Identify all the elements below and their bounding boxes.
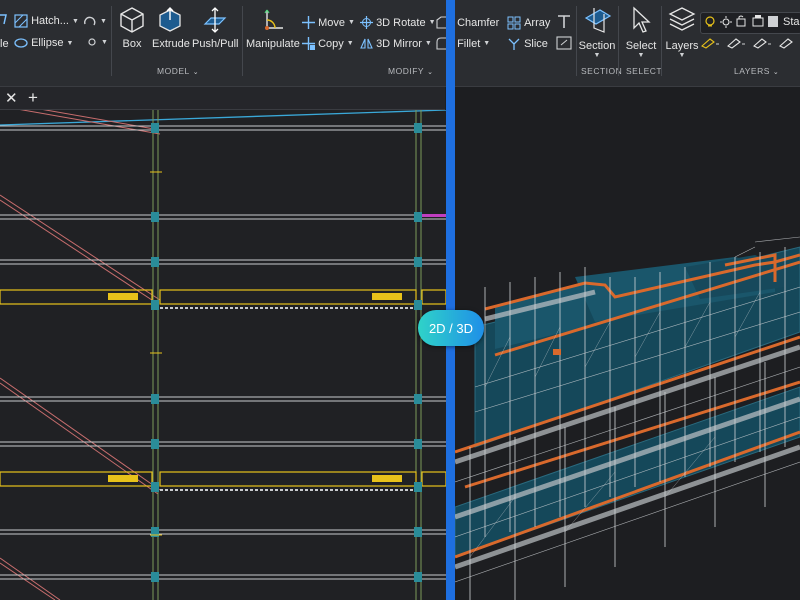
modify-section-label[interactable]: MODIFY ⌄	[388, 66, 433, 76]
slice-button[interactable]: Slice	[507, 37, 548, 51]
text-icon	[558, 15, 570, 28]
rotate-icon	[360, 16, 373, 29]
array-icon	[507, 16, 521, 30]
chevron-down-icon: ▼	[346, 40, 354, 47]
layer-property-tools[interactable]	[700, 36, 800, 53]
chevron-down-icon: ▼	[100, 17, 107, 25]
move-icon	[302, 16, 315, 29]
copy-button[interactable]: Copy ▼	[302, 37, 354, 50]
circle-icon	[88, 38, 96, 46]
mirror-icon	[360, 38, 373, 49]
chevron-down-icon: ▼	[637, 52, 645, 59]
box-icon	[120, 7, 144, 33]
3d-mirror-button[interactable]: 3D Mirror ▼	[360, 37, 432, 50]
separator	[111, 6, 112, 76]
separator	[576, 6, 577, 76]
chevron-down-icon: ⌄	[192, 68, 200, 76]
ribbon-toolbar: le Hatch... ▼ Ellipse ▼ ▼ ▼ Box Extrude Pu…	[0, 0, 800, 87]
viewport-3d[interactable]	[455, 87, 800, 600]
extrude-button[interactable]: Extrude	[152, 6, 190, 50]
draw-partial-icon[interactable]	[0, 12, 10, 31]
select-button[interactable]: Select ▼	[622, 4, 660, 59]
2d-3d-toggle-button[interactable]: 2D / 3D	[418, 310, 484, 346]
3d-scaffold-model	[455, 236, 800, 600]
scale-icon	[556, 36, 572, 50]
arc-icon	[84, 16, 96, 26]
move-button[interactable]: Move ▼	[302, 16, 355, 29]
select-group-label: SELECT	[626, 66, 663, 76]
chevron-down-icon: ▼	[101, 38, 108, 46]
section-group-label: SECTION	[581, 66, 623, 76]
polyline-icon	[0, 14, 7, 25]
viewport-2d[interactable]	[0, 110, 446, 600]
3d-rotate-button[interactable]: 3D Rotate ▼	[360, 16, 436, 29]
slice-icon	[508, 38, 520, 50]
model-section-label[interactable]: MODEL ⌄	[157, 66, 199, 76]
draw-cut-button[interactable]: le	[0, 38, 9, 50]
point-button[interactable]: ▼	[86, 36, 108, 48]
chevron-down-icon: ▼	[66, 39, 74, 47]
push-pull-button[interactable]: Push/Pull	[192, 6, 238, 50]
push-pull-icon	[203, 7, 227, 33]
separator	[618, 6, 619, 76]
hatch-button[interactable]: Hatch... ▼	[14, 14, 79, 28]
layers-button[interactable]: Layers ▼	[663, 4, 701, 59]
separator	[661, 6, 662, 76]
cursor-arrow-icon	[633, 6, 651, 33]
hatch-icon	[14, 14, 28, 28]
ellipse-icon	[14, 38, 28, 48]
chevron-down-icon: ⌄	[772, 68, 780, 76]
layer-tools-icons	[701, 38, 793, 49]
chevron-down-icon: ▼	[428, 19, 436, 26]
arc-button[interactable]: ▼	[83, 14, 107, 28]
split-view-divider[interactable]	[446, 0, 455, 600]
array-button[interactable]: Array	[507, 16, 550, 30]
document-tab-bar: ✕ +	[0, 87, 445, 110]
chevron-down-icon: ▼	[483, 40, 491, 47]
chevron-down-icon: ▼	[424, 40, 432, 47]
chevron-down-icon: ⌄	[427, 68, 434, 76]
chevron-down-icon: ▼	[678, 52, 686, 59]
copy-icon	[302, 37, 315, 50]
separator	[242, 6, 243, 76]
manipulate-icon	[264, 9, 283, 30]
fillet-button[interactable]: Fillet ▼	[436, 37, 490, 50]
section-button[interactable]: Section ▼	[578, 4, 616, 59]
ellipse-button[interactable]: Ellipse ▼	[14, 36, 73, 50]
chevron-down-icon: ▼	[71, 17, 79, 25]
close-tab-icon[interactable]: ✕	[5, 89, 18, 107]
layers-icon	[668, 7, 696, 31]
chevron-down-icon: ▼	[593, 52, 601, 59]
text-tool-button[interactable]	[556, 14, 572, 33]
box-button[interactable]: Box	[118, 6, 146, 50]
extrude-icon	[159, 7, 181, 32]
2d-scaffold-drawing	[0, 110, 446, 600]
section-plane-icon	[584, 8, 612, 33]
add-tab-icon[interactable]: +	[28, 88, 38, 108]
scale-tool-button[interactable]	[556, 36, 572, 53]
manipulate-button[interactable]: Manipulate	[246, 6, 300, 50]
current-layer-dropdown[interactable]: Sta	[700, 12, 800, 34]
chevron-down-icon: ▼	[347, 19, 355, 26]
layers-section-label[interactable]: LAYERS ⌄	[734, 66, 779, 76]
